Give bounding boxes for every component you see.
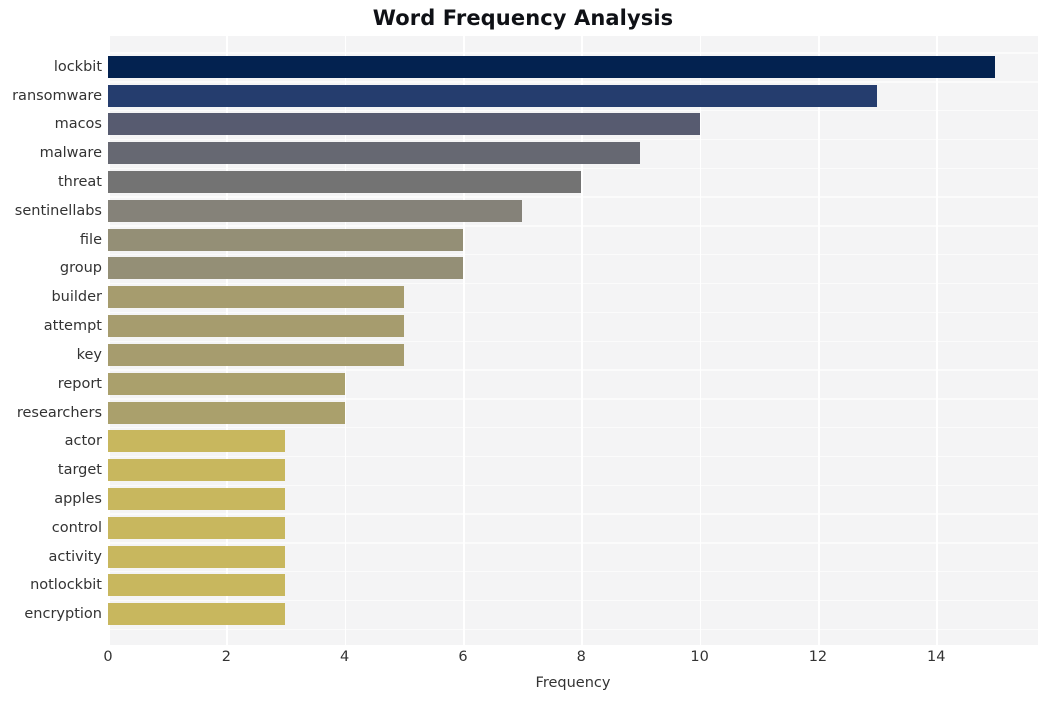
gridline-horizontal <box>108 426 1038 429</box>
y-axis-tick-label: attempt <box>43 318 102 335</box>
bar <box>108 516 286 539</box>
bar <box>108 372 345 395</box>
x-axis-tick-label: 6 <box>458 649 468 665</box>
bar <box>108 459 286 482</box>
x-axis-tick-labels: 0 2 4 6 8 10 12 14 <box>0 649 1046 673</box>
gridline-horizontal <box>108 81 1038 83</box>
gridline-horizontal <box>108 167 1038 170</box>
gridline-horizontal <box>108 52 1038 54</box>
x-axis-tick-label: 0 <box>103 649 113 665</box>
y-axis-tick-label: notlockbit <box>30 577 102 594</box>
gridline-horizontal <box>108 110 1038 112</box>
bar <box>108 430 286 453</box>
y-axis-tick-label: report <box>57 375 102 392</box>
y-axis-tick-label: control <box>51 519 102 536</box>
x-axis-title: Frequency <box>535 675 611 691</box>
y-axis-tick-label: ransomware <box>12 87 102 104</box>
y-axis-tick-label: builder <box>51 289 102 306</box>
plot-area <box>108 36 1038 645</box>
bar <box>108 343 404 366</box>
gridline-horizontal <box>108 599 1038 602</box>
bar <box>108 603 286 626</box>
y-axis-tick-label: threat <box>57 174 102 191</box>
gridline-horizontal <box>108 225 1038 227</box>
bar <box>108 574 286 597</box>
gridline-horizontal <box>108 455 1038 458</box>
gridline-horizontal <box>108 513 1038 515</box>
chart-title: Word Frequency Analysis <box>372 6 674 30</box>
bar <box>108 55 996 78</box>
x-axis-tick-label: 10 <box>690 649 709 665</box>
y-axis-tick-label: encryption <box>24 606 102 623</box>
gridline-horizontal <box>108 340 1038 342</box>
y-axis-tick-label: macos <box>54 116 102 133</box>
y-axis-tick-labels: lockbit ransomware macos malware threat senti… <box>0 36 102 645</box>
x-axis-tick-label: 2 <box>221 649 231 665</box>
gridline-horizontal <box>108 484 1038 486</box>
y-axis-tick-label: lockbit <box>53 58 102 75</box>
y-axis-tick-label: apples <box>54 490 102 507</box>
gridline-horizontal <box>108 570 1038 573</box>
y-axis-tick-label: sentinellabs <box>14 202 102 219</box>
bar <box>108 487 286 510</box>
y-axis-tick-label: activity <box>48 548 102 565</box>
bar <box>108 228 463 251</box>
gridline-horizontal <box>108 542 1038 544</box>
y-axis-tick-label: target <box>57 462 102 479</box>
gridline-horizontal <box>108 369 1038 371</box>
bar <box>108 401 345 424</box>
x-axis-tick-label: 14 <box>927 649 946 665</box>
gridline-vertical <box>699 36 702 645</box>
gridline-horizontal <box>108 311 1038 314</box>
gridline-horizontal <box>108 282 1038 285</box>
gridline-vertical <box>936 36 938 645</box>
bar <box>108 113 700 136</box>
bar <box>108 142 641 165</box>
gridline-horizontal <box>108 398 1038 400</box>
gridline-horizontal <box>108 196 1038 198</box>
x-axis-tick-label: 4 <box>340 649 350 665</box>
bar <box>108 199 523 222</box>
gridline-horizontal <box>108 254 1038 256</box>
y-axis-tick-label: actor <box>64 433 102 450</box>
bar <box>108 171 582 194</box>
bar <box>108 545 286 568</box>
y-axis-tick-label: researchers <box>16 404 102 421</box>
y-axis-tick-label: group <box>59 260 102 277</box>
y-axis-tick-label: malware <box>39 145 102 162</box>
bar <box>108 315 404 338</box>
gridline-horizontal <box>108 628 1038 630</box>
gridline-horizontal <box>108 138 1038 141</box>
y-axis-tick-label: file <box>79 231 102 248</box>
word-frequency-chart: Word Frequency Analysis lockbit ransomwar… <box>0 0 1046 701</box>
gridline-vertical <box>817 36 820 645</box>
bar <box>108 257 463 280</box>
y-axis-tick-label: key <box>76 346 102 363</box>
bar <box>108 84 878 107</box>
x-axis-tick-label: 12 <box>808 649 828 665</box>
bar <box>108 286 404 309</box>
x-axis-tick-label: 8 <box>576 649 586 665</box>
